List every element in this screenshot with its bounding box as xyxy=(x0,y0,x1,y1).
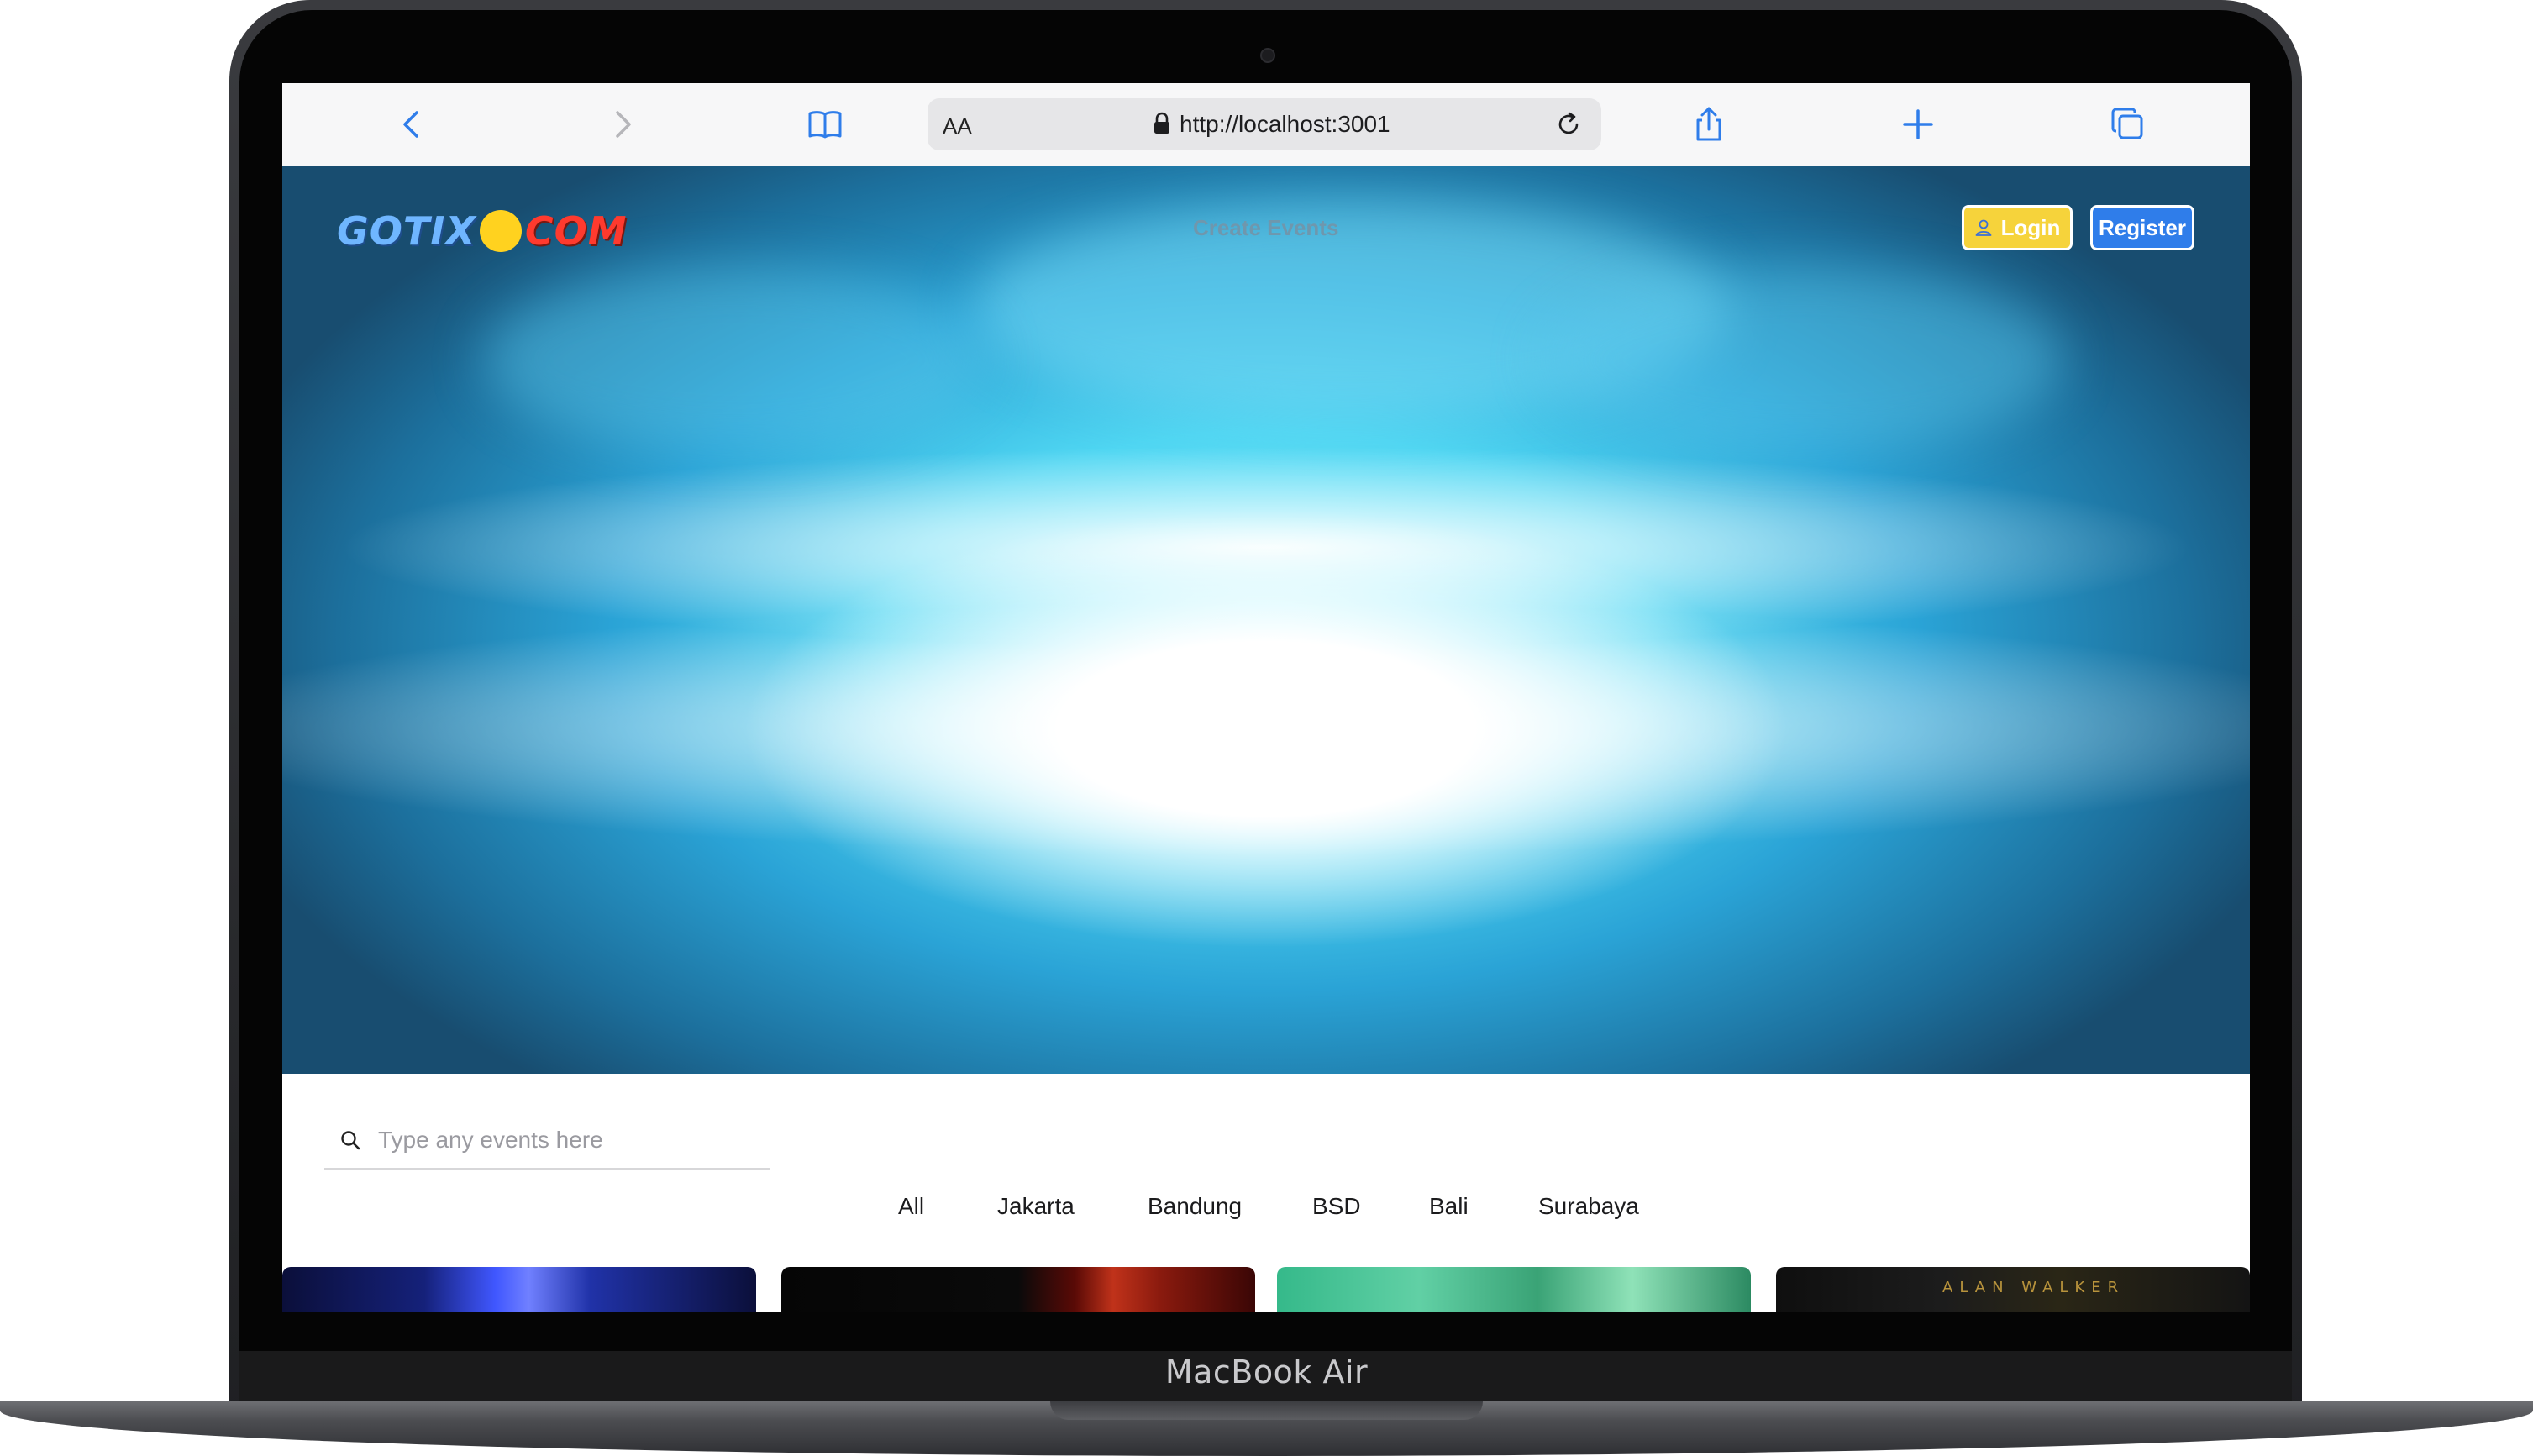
logo-text-gotix: GOTIX xyxy=(337,208,476,254)
event-card[interactable] xyxy=(1277,1267,1751,1312)
tabs-icon[interactable] xyxy=(2108,104,2148,145)
chevron-right-icon[interactable] xyxy=(602,104,642,145)
user-icon xyxy=(1975,219,1992,236)
filter-bsd[interactable]: BSD xyxy=(1312,1193,1361,1220)
search-bar xyxy=(324,1112,770,1170)
hero-banner: GOTIX COM Create Events Login Register xyxy=(282,166,2250,1074)
hero-cloud xyxy=(1542,267,2063,452)
camera-icon xyxy=(1260,48,1275,63)
register-button[interactable]: Register xyxy=(2090,205,2194,250)
screen: AA http://localhost:3001 GOTIX COM Creat… xyxy=(282,83,2250,1312)
filter-all[interactable]: All xyxy=(898,1193,924,1220)
hero-cloud xyxy=(484,267,988,452)
filter-surabaya[interactable]: Surabaya xyxy=(1538,1193,1639,1220)
browser-toolbar: AA http://localhost:3001 xyxy=(282,83,2250,167)
event-card-title: ALAN WALKER xyxy=(1942,1279,2126,1296)
plus-icon[interactable] xyxy=(1898,104,1938,145)
logo-dot xyxy=(479,210,522,252)
search-input[interactable] xyxy=(376,1126,766,1154)
search-icon xyxy=(341,1131,360,1150)
filter-bali[interactable]: Bali xyxy=(1429,1193,1469,1220)
device-label: MacBook Air xyxy=(1164,1354,1369,1390)
nav-create-events[interactable]: Create Events xyxy=(1193,215,1338,241)
filter-jakarta[interactable]: Jakarta xyxy=(997,1193,1075,1220)
reload-icon[interactable] xyxy=(1553,108,1584,140)
url-text: http://localhost:3001 xyxy=(1180,111,1390,137)
event-card[interactable] xyxy=(781,1267,1255,1312)
login-label: Login xyxy=(2000,214,2061,240)
logo-text-com: COM xyxy=(524,208,628,254)
filter-bandung[interactable]: Bandung xyxy=(1148,1193,1242,1220)
address-bar[interactable]: AA http://localhost:3001 xyxy=(928,98,1601,150)
chevron-left-icon[interactable] xyxy=(392,104,433,145)
event-card[interactable] xyxy=(282,1267,756,1312)
lock-icon xyxy=(1154,112,1169,134)
share-icon[interactable] xyxy=(1689,104,1729,145)
login-button[interactable]: Login xyxy=(1962,205,2073,250)
register-label: Register xyxy=(2098,214,2187,240)
location-filters: All Jakarta Bandung BSD Bali Surabaya xyxy=(282,1193,2250,1235)
laptop-hinge-notch xyxy=(1050,1401,1483,1420)
gotix-logo[interactable]: GOTIX COM xyxy=(337,206,627,256)
text-size-button[interactable]: AA xyxy=(943,113,972,139)
book-icon[interactable] xyxy=(805,104,845,145)
event-card[interactable]: ALAN WALKER xyxy=(1776,1267,2250,1312)
